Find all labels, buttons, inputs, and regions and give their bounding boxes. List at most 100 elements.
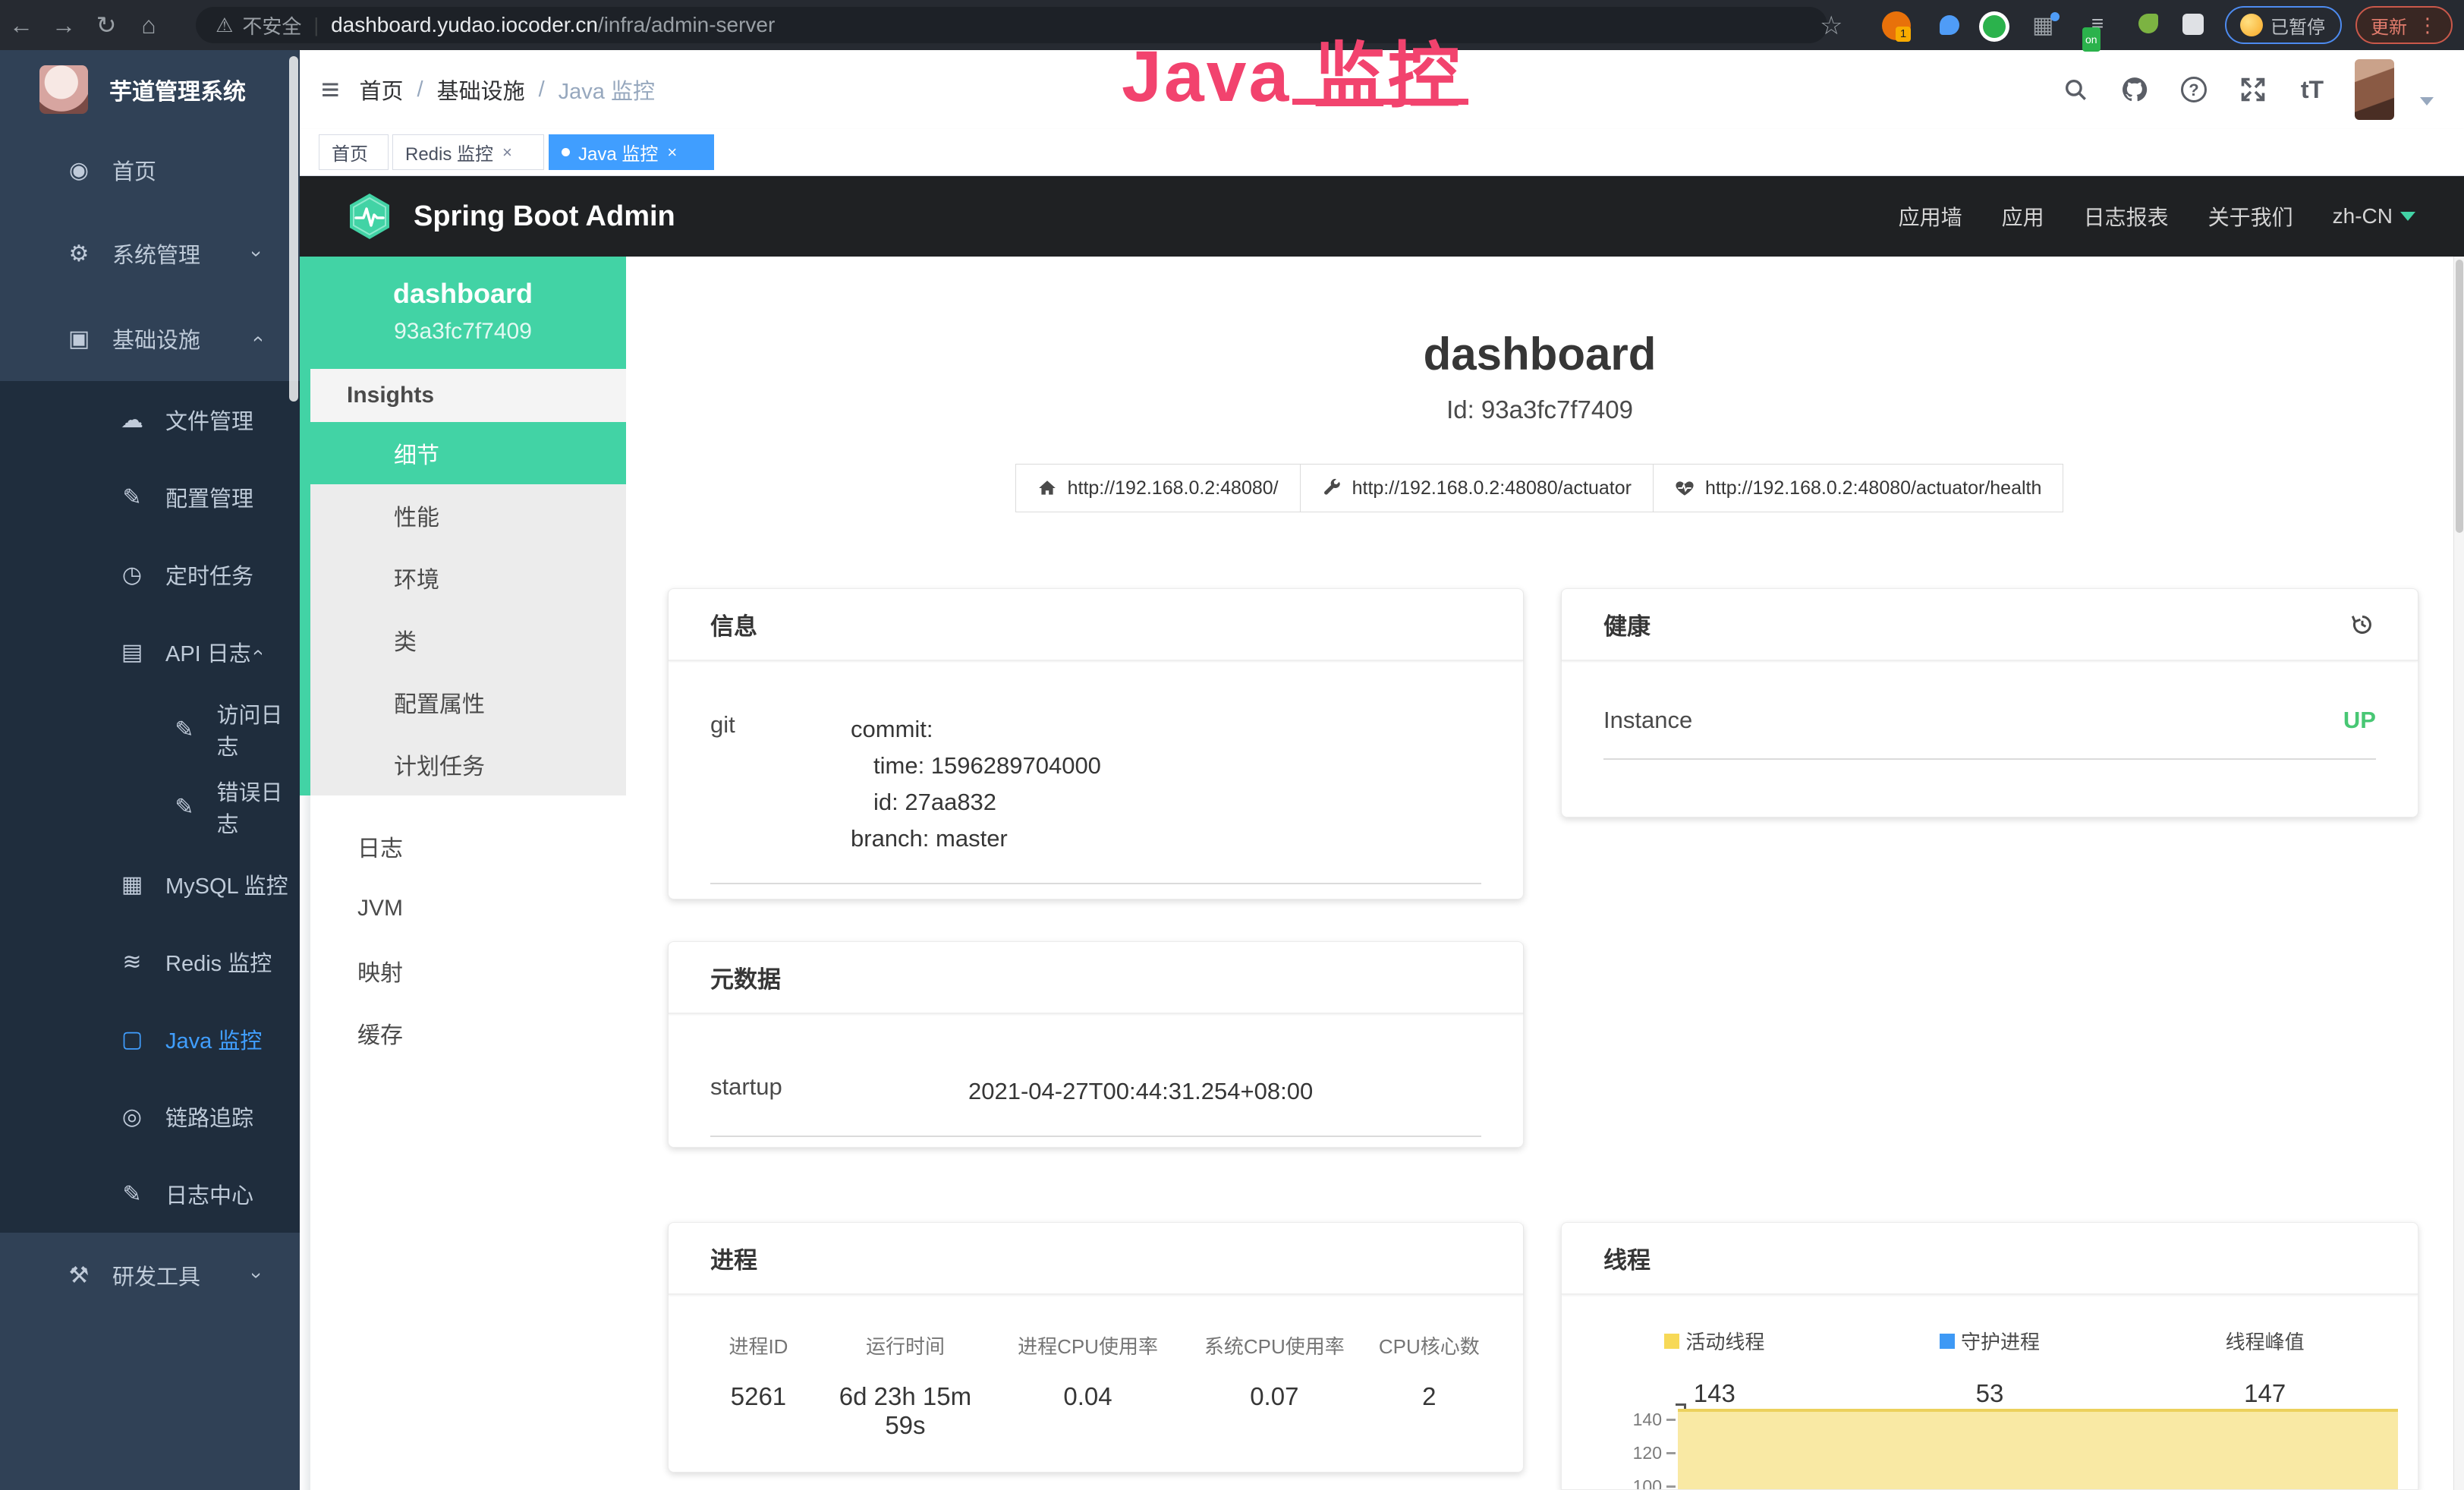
close-icon[interactable]: × <box>667 143 677 162</box>
sidebar-item-error-log[interactable]: ✎ 错误日志 <box>0 768 300 846</box>
sba-item-classes[interactable]: 类 <box>310 609 626 671</box>
not-secure-label[interactable]: 不安全 <box>242 11 301 39</box>
sidebar-item-java-monitor[interactable]: ▢ Java 监控 <box>0 1000 300 1078</box>
legend-item: 守护进程 <box>1852 1327 2128 1355</box>
breadcrumb: 首页 / 基础设施 / Java 监控 <box>360 74 655 106</box>
sba-item-scheduled-tasks[interactable]: 计划任务 <box>310 733 626 795</box>
hamburger-icon[interactable]: ≡ <box>321 71 340 108</box>
sidebar-item-label: 错误日志 <box>217 775 300 839</box>
sba-item-environment[interactable]: 环境 <box>310 547 626 609</box>
sidebar-item-files[interactable]: ☁ 文件管理 <box>0 381 300 458</box>
breadcrumb-infra[interactable]: 基础设施 <box>437 74 525 106</box>
extension-dot <box>2050 12 2060 21</box>
extension-icon[interactable] <box>2138 14 2158 33</box>
breadcrumb-home[interactable]: 首页 <box>360 74 404 106</box>
row-label: git <box>710 711 851 857</box>
sidebar-item-label: 研发工具 <box>112 1259 200 1291</box>
extension-icon[interactable] <box>1940 15 1959 35</box>
status-badge: UP <box>2343 707 2376 734</box>
user-avatar[interactable] <box>2355 59 2394 120</box>
history-icon[interactable] <box>2349 611 2376 638</box>
sidebar-item-access-log[interactable]: ✎ 访问日志 <box>0 691 300 768</box>
cloud-icon: ☁ <box>115 407 149 433</box>
avatar-caret-icon[interactable] <box>2420 97 2434 106</box>
sba-nav-about[interactable]: 关于我们 <box>2208 201 2293 232</box>
extensions-puzzle-icon[interactable] <box>2182 14 2204 35</box>
sba-item-metrics[interactable]: 性能 <box>310 484 626 547</box>
sba-item-caches[interactable]: 缓存 <box>310 1002 626 1064</box>
github-icon[interactable] <box>2118 73 2151 106</box>
bookmark-star-icon[interactable]: ☆ <box>1820 11 1842 41</box>
monitor-icon: ▣ <box>62 326 96 352</box>
git-line: time: 1596289704000 <box>851 748 1481 784</box>
column-header: 运行时间 <box>818 1331 993 1359</box>
actuator-url-button[interactable]: http://192.168.0.2:48080/actuator <box>1300 464 1654 512</box>
address-divider: | <box>313 14 319 37</box>
close-icon[interactable]: × <box>502 143 512 162</box>
browser-menu-icon[interactable]: ⋮ <box>2418 14 2437 37</box>
sidebar-item-home[interactable]: ◉ 首页 <box>0 129 300 211</box>
sidebar-item-mysql[interactable]: ▦ MySQL 监控 <box>0 846 300 923</box>
sidebar-item-redis[interactable]: ≋ Redis 监控 <box>0 923 300 1000</box>
sidebar-item-label: API 日志 <box>165 636 251 668</box>
chevron-up-icon: › <box>245 649 269 656</box>
process-card: 进程 进程ID 运行时间 进程CPU使用率 系统CPU使用率 CPU核心数 52… <box>668 1222 1524 1473</box>
annotation-text: Java 监控 <box>1122 18 1462 122</box>
sidebar-scroll-track[interactable] <box>300 795 310 1490</box>
sidebar-item-system[interactable]: ⚙ 系统管理 › <box>0 211 300 296</box>
content-scrollbar[interactable] <box>2453 257 2464 1490</box>
tab-label: Redis 监控 <box>405 139 493 165</box>
reload-icon[interactable]: ↻ <box>85 11 127 39</box>
extension-icon[interactable] <box>1979 11 2009 42</box>
profile-paused-chip[interactable]: 已暂停 <box>2225 6 2342 44</box>
back-icon[interactable]: ← <box>0 11 42 39</box>
sba-nav-links: 应用墙 应用 日志报表 关于我们 zh-CN <box>1899 201 2464 232</box>
locale-selector[interactable]: zh-CN <box>2333 204 2415 228</box>
tools-icon: ⚒ <box>62 1262 96 1289</box>
sba-nav-applications[interactable]: 应用 <box>2002 201 2044 232</box>
sidebar-item-log-center[interactable]: ✎ 日志中心 <box>0 1155 300 1233</box>
health-url-button[interactable]: http://192.168.0.2:48080/actuator/health <box>1653 464 2063 512</box>
scrollbar-thumb[interactable] <box>2456 260 2463 533</box>
instance-header[interactable]: dashboard 93a3fc7f7409 <box>300 257 626 369</box>
home-icon[interactable]: ⌂ <box>127 11 170 39</box>
sidebar-item-infra[interactable]: ▣ 基础设施 › <box>0 296 300 381</box>
sba-nav-journal[interactable]: 日志报表 <box>2084 201 2169 232</box>
forward-icon[interactable]: → <box>42 11 85 39</box>
sidebar-scrollbar[interactable] <box>289 56 298 402</box>
app-logo[interactable]: 芋道管理系统 <box>0 50 300 129</box>
sba-item-details[interactable]: 细节 <box>310 422 626 484</box>
chrome-update-button[interactable]: 更新 ⋮ <box>2355 6 2453 44</box>
sidebar-item-jobs[interactable]: ◷ 定时任务 <box>0 536 300 613</box>
help-icon[interactable]: ? <box>2177 73 2211 106</box>
tab-redis-monitor[interactable]: Redis 监控 × <box>392 134 544 170</box>
extension-icon[interactable]: ▦ <box>2032 14 2056 38</box>
service-url-button[interactable]: http://192.168.0.2:48080/ <box>1015 464 1301 512</box>
info-card-title: 信息 <box>710 607 757 641</box>
sba-item-config-props[interactable]: 配置属性 <box>310 671 626 733</box>
extension-icon[interactable]: ≡on <box>2084 12 2111 35</box>
sidebar-item-tracing[interactable]: ◎ 链路追踪 <box>0 1078 300 1155</box>
document-icon: ▤ <box>115 639 149 666</box>
font-size-icon[interactable]: tT <box>2296 73 2329 106</box>
threads-card: 线程 活动线程 守护进程 线程峰值 143 53 147 140 <box>1561 1222 2418 1490</box>
sidebar-item-api-log[interactable]: ▤ API 日志 › <box>0 613 300 691</box>
sidebar-group-insights[interactable]: Insights <box>310 369 626 422</box>
sba-item-logs[interactable]: 日志 <box>310 815 626 877</box>
sidebar-item-label: Java 监控 <box>165 1023 262 1055</box>
locale-label: zh-CN <box>2333 204 2393 228</box>
address-bar[interactable]: ⚠ 不安全 | dashboard.yudao.iocoder.cn/infra… <box>196 7 1827 43</box>
health-url: http://192.168.0.2:48080/actuator/health <box>1705 477 2041 499</box>
tab-home[interactable]: 首页 <box>319 134 389 170</box>
fullscreen-icon[interactable] <box>2236 73 2270 106</box>
search-icon[interactable] <box>2059 73 2092 106</box>
sba-brand-title[interactable]: Spring Boot Admin <box>414 200 675 233</box>
sba-item-mappings[interactable]: 映射 <box>310 940 626 1002</box>
git-line: id: 27aa832 <box>851 784 1481 821</box>
sba-item-jvm[interactable]: JVM <box>310 877 626 940</box>
tab-java-monitor[interactable]: Java 监控 × <box>549 134 714 170</box>
sidebar-item-dev-tools[interactable]: ⚒ 研发工具 › <box>0 1233 300 1318</box>
sidebar-item-config[interactable]: ✎ 配置管理 <box>0 458 300 536</box>
extension-icon[interactable]: 1 <box>1882 11 1911 40</box>
sba-nav-wallboard[interactable]: 应用墙 <box>1899 201 1962 232</box>
